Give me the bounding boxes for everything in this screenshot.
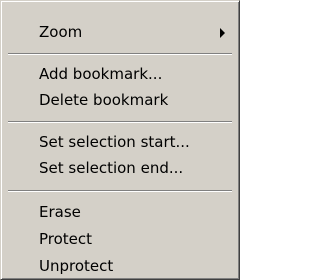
menu-item-label: Delete bookmark <box>39 91 169 109</box>
menu-item-label: Erase <box>39 203 81 221</box>
menu-item-unprotect[interactable]: Unprotect <box>3 253 237 279</box>
menu-item-label: Add bookmark... <box>39 65 163 83</box>
menu-item-erase[interactable]: Erase <box>3 199 237 225</box>
context-menu: Zoom Add bookmark... Delete bookmark Set… <box>0 0 240 280</box>
menu-item-label: Zoom <box>39 23 83 41</box>
menu-item-label: Protect <box>39 230 93 248</box>
submenu-arrow-icon <box>220 28 225 38</box>
menu-item-set-selection-start[interactable]: Set selection start... <box>3 129 237 155</box>
menu-item-label: Set selection start... <box>39 133 190 151</box>
menu-item-zoom[interactable]: Zoom <box>3 19 237 45</box>
menu-item-label: Unprotect <box>39 257 114 275</box>
menu-separator <box>8 121 232 123</box>
menu-item-set-selection-end[interactable]: Set selection end... <box>3 155 237 181</box>
menu-item-delete-bookmark[interactable]: Delete bookmark <box>3 87 237 113</box>
menu-separator <box>8 190 232 192</box>
menu-item-add-bookmark[interactable]: Add bookmark... <box>3 61 237 87</box>
menu-separator <box>8 53 232 55</box>
menu-item-label: Set selection end... <box>39 159 184 177</box>
menu-item-protect[interactable]: Protect <box>3 226 237 252</box>
